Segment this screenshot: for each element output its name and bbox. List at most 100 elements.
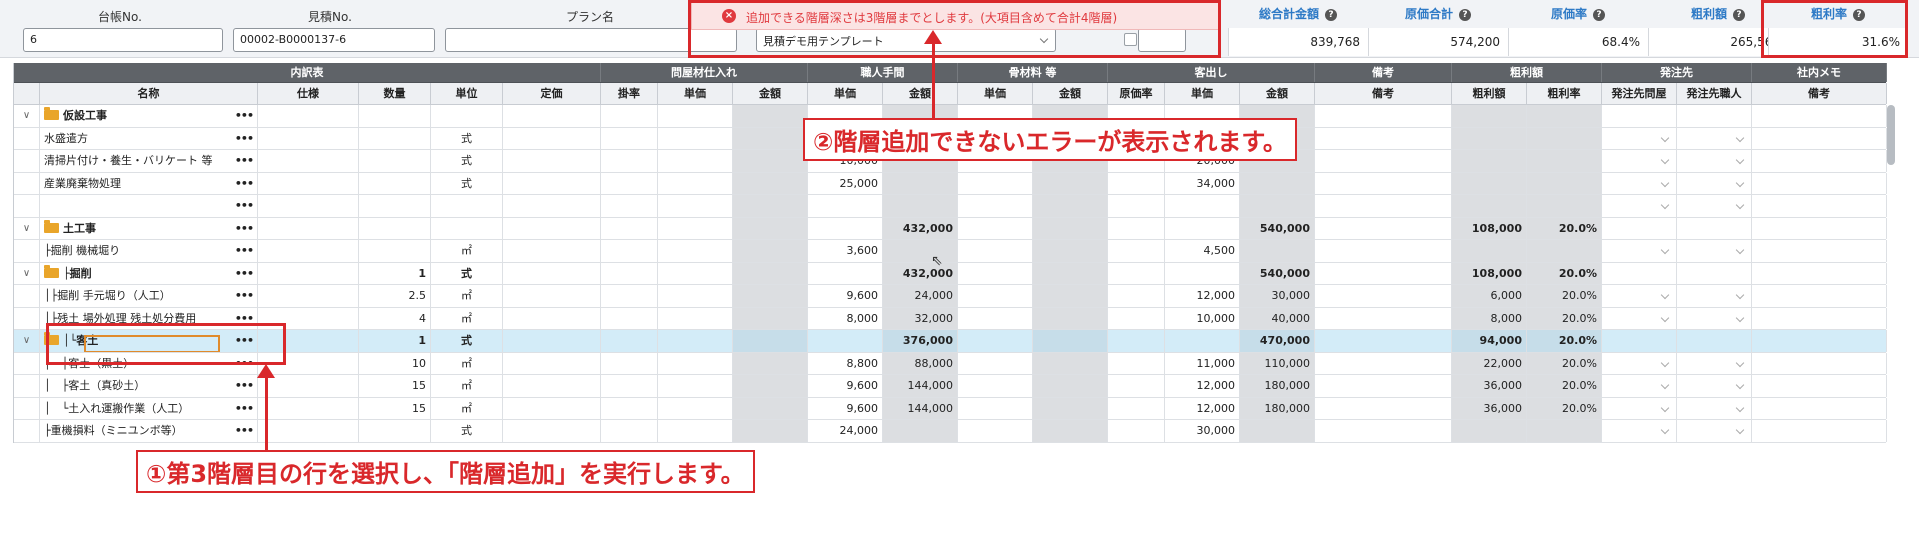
customer-price-cell[interactable]: 11,000 xyxy=(1165,352,1240,374)
rate-cell[interactable] xyxy=(601,105,658,127)
remarks-cell[interactable] xyxy=(1315,352,1452,374)
internal-memo-cell[interactable] xyxy=(1752,285,1887,307)
list-price-cell[interactable] xyxy=(503,105,601,127)
qty-cell[interactable]: 4 xyxy=(359,307,431,329)
remarks-cell[interactable] xyxy=(1315,375,1452,397)
estimate-no-input[interactable]: 00002-B0000137-6 xyxy=(233,28,435,52)
qty-cell[interactable] xyxy=(359,105,431,127)
craftsman-select[interactable] xyxy=(1677,285,1752,307)
row-toggle[interactable] xyxy=(14,397,40,419)
customer-price-cell[interactable]: 12,000 xyxy=(1165,375,1240,397)
craftsman-select[interactable] xyxy=(1677,172,1752,194)
remarks-cell[interactable] xyxy=(1315,330,1452,352)
table-row[interactable]: ├掘削 機械堀り ••• ㎡ 3,600 4,500 xyxy=(14,240,1887,263)
row-menu-icon[interactable]: ••• xyxy=(235,375,254,397)
qty-cell[interactable] xyxy=(359,240,431,262)
name-cell[interactable]: 産業廃棄物処理 ••• xyxy=(40,172,258,194)
list-price-cell[interactable] xyxy=(503,172,601,194)
qty-cell[interactable]: 10 xyxy=(359,352,431,374)
internal-memo-cell[interactable] xyxy=(1752,172,1887,194)
craftsman-select[interactable] xyxy=(1677,127,1752,149)
aggregate-price-cell[interactable] xyxy=(958,307,1033,329)
labor-price-cell[interactable]: 8,800 xyxy=(808,352,883,374)
rate-cell[interactable] xyxy=(601,217,658,239)
material-price-cell[interactable] xyxy=(658,150,733,172)
help-icon[interactable]: ? xyxy=(1325,8,1337,21)
spec-cell[interactable] xyxy=(258,217,359,239)
name-cell[interactable]: 水盛遣方 ••• xyxy=(40,127,258,149)
material-price-cell[interactable] xyxy=(658,352,733,374)
list-price-cell[interactable] xyxy=(503,375,601,397)
unit-cell[interactable]: 式 xyxy=(431,420,503,442)
labor-price-cell[interactable] xyxy=(808,195,883,217)
rate-cell[interactable] xyxy=(601,240,658,262)
material-price-cell[interactable] xyxy=(658,375,733,397)
name-cell[interactable]: 清掃片付け・養生・バリケート 等 ••• xyxy=(40,150,258,172)
internal-memo-cell[interactable] xyxy=(1752,307,1887,329)
aggregate-price-cell[interactable] xyxy=(958,240,1033,262)
rate-cell[interactable] xyxy=(601,375,658,397)
remarks-cell[interactable] xyxy=(1315,420,1452,442)
qty-cell[interactable] xyxy=(359,217,431,239)
qty-cell[interactable] xyxy=(359,150,431,172)
aggregate-price-cell[interactable] xyxy=(958,330,1033,352)
spec-cell[interactable] xyxy=(258,127,359,149)
column-header[interactable]: 発注先問屋 xyxy=(1602,83,1677,104)
spec-cell[interactable] xyxy=(258,240,359,262)
column-header[interactable]: 原価率 xyxy=(1108,83,1165,104)
aggregate-price-cell[interactable] xyxy=(958,285,1033,307)
list-price-cell[interactable] xyxy=(503,352,601,374)
rate-cell[interactable] xyxy=(601,150,658,172)
list-price-cell[interactable] xyxy=(503,127,601,149)
craftsman-select[interactable] xyxy=(1677,420,1752,442)
craftsman-select[interactable] xyxy=(1677,375,1752,397)
aggregate-price-cell[interactable] xyxy=(958,375,1033,397)
aggregate-price-cell[interactable] xyxy=(958,420,1033,442)
name-cell[interactable]: ├重機損料（ミニユンボ等） ••• xyxy=(40,420,258,442)
supplier-select[interactable] xyxy=(1602,150,1677,172)
internal-memo-cell[interactable] xyxy=(1752,150,1887,172)
supplier-select[interactable] xyxy=(1602,195,1677,217)
labor-price-cell[interactable]: 24,000 xyxy=(808,420,883,442)
remarks-cell[interactable] xyxy=(1315,127,1452,149)
supplier-select[interactable] xyxy=(1602,397,1677,419)
customer-price-cell[interactable] xyxy=(1165,195,1240,217)
column-header[interactable]: 掛率 xyxy=(601,83,658,104)
craftsman-select[interactable] xyxy=(1677,307,1752,329)
craftsman-select[interactable] xyxy=(1677,397,1752,419)
craftsman-select[interactable] xyxy=(1677,240,1752,262)
customer-price-cell[interactable]: 12,000 xyxy=(1165,397,1240,419)
remarks-cell[interactable] xyxy=(1315,150,1452,172)
help-icon[interactable]: ? xyxy=(1733,8,1745,21)
list-price-cell[interactable] xyxy=(503,397,601,419)
row-toggle[interactable] xyxy=(14,375,40,397)
spec-cell[interactable] xyxy=(258,172,359,194)
column-header[interactable]: 名称 xyxy=(40,83,258,104)
internal-memo-cell[interactable] xyxy=(1752,105,1887,127)
unit-cell[interactable]: 式 xyxy=(431,262,503,284)
internal-memo-cell[interactable] xyxy=(1752,262,1887,284)
name-cell[interactable]: ├掘削 ••• xyxy=(40,262,258,284)
craftsman-select[interactable] xyxy=(1677,352,1752,374)
supplier-select[interactable] xyxy=(1602,172,1677,194)
unit-cell[interactable]: 式 xyxy=(431,127,503,149)
remarks-cell[interactable] xyxy=(1315,195,1452,217)
column-header[interactable]: 金額 xyxy=(883,83,958,104)
spec-cell[interactable] xyxy=(258,195,359,217)
help-icon[interactable]: ? xyxy=(1459,8,1471,21)
rate-cell[interactable] xyxy=(601,195,658,217)
customer-price-cell[interactable]: 10,000 xyxy=(1165,307,1240,329)
material-price-cell[interactable] xyxy=(658,330,733,352)
spec-cell[interactable] xyxy=(258,397,359,419)
row-toggle[interactable] xyxy=(14,195,40,217)
qty-cell[interactable] xyxy=(359,420,431,442)
material-price-cell[interactable] xyxy=(658,127,733,149)
internal-memo-cell[interactable] xyxy=(1752,352,1887,374)
internal-memo-cell[interactable] xyxy=(1752,240,1887,262)
internal-memo-cell[interactable] xyxy=(1752,195,1887,217)
supplier-select[interactable] xyxy=(1602,262,1677,284)
row-menu-icon[interactable]: ••• xyxy=(235,195,254,217)
column-header[interactable]: 備考 xyxy=(1752,83,1887,104)
aggregate-price-cell[interactable] xyxy=(958,262,1033,284)
table-row[interactable]: │ ├客土（真砂土） ••• 15 ㎡ 9,600 144,000 12,000 180,00… xyxy=(14,375,1887,398)
